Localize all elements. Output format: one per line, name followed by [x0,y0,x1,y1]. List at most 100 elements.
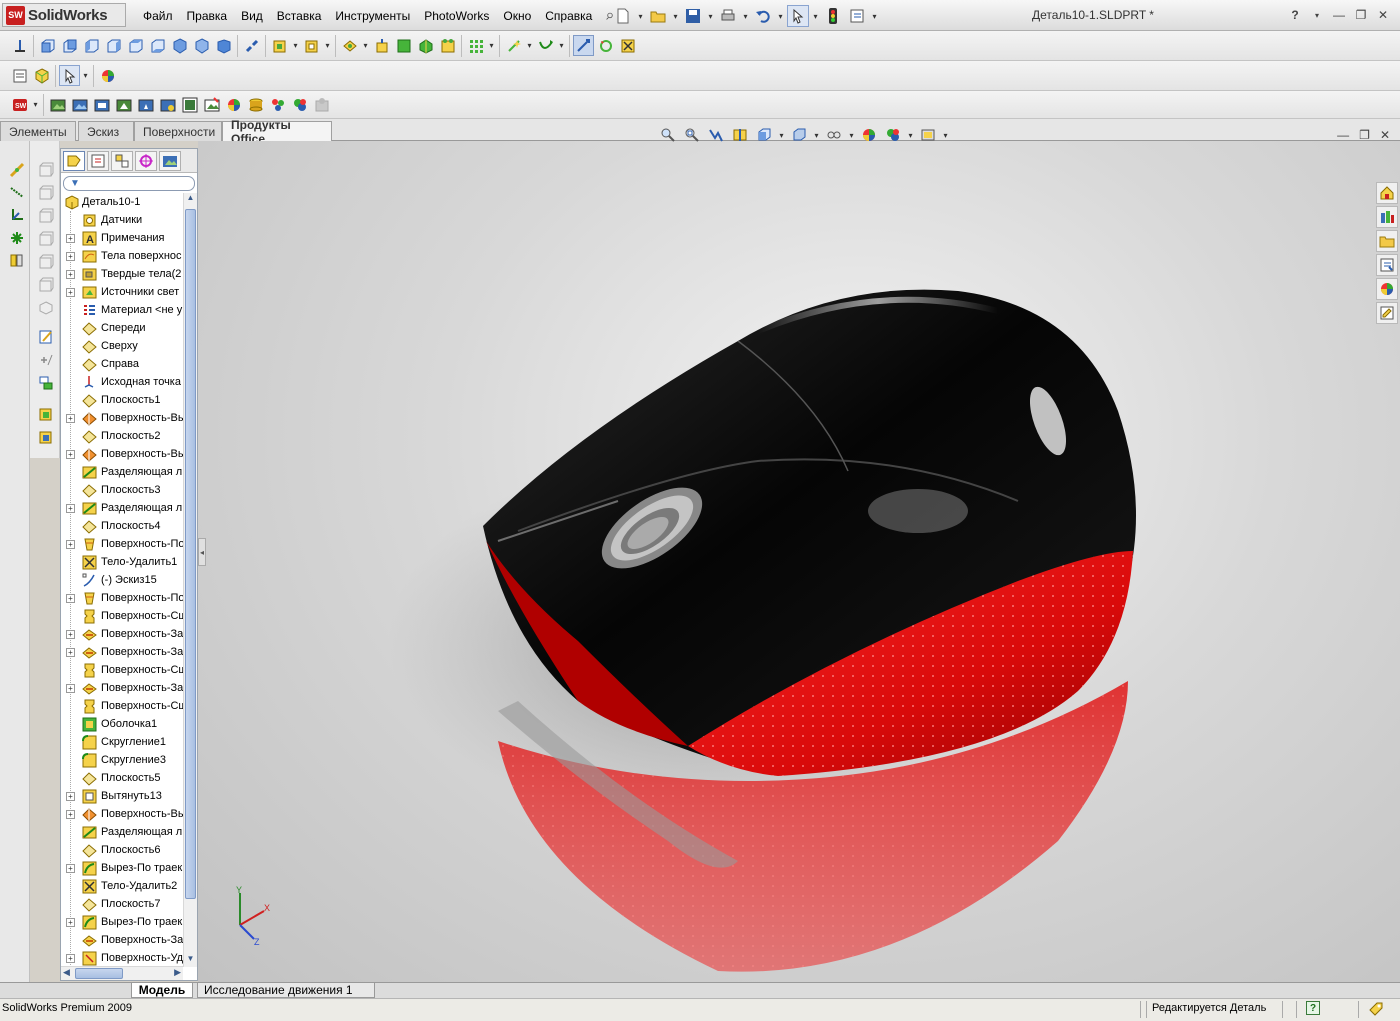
menu-window[interactable]: Окно [496,9,538,23]
curve-icon[interactable] [535,35,556,56]
minimize-icon[interactable]: — [1330,6,1348,24]
expand-toggle-icon[interactable]: + [66,683,75,693]
tree-horizontal-scrollbar[interactable]: ◀ ▶ [61,966,183,980]
select-filter-icon[interactable] [59,65,80,86]
insert-component-dropdown-icon[interactable]: ▾ [291,41,300,50]
tree-node[interactable]: Скругление3 [61,751,183,769]
tree-node[interactable]: Поверхность-За [61,931,183,949]
tree-hscroll-thumb[interactable] [75,968,123,979]
open-dropdown-icon[interactable]: ▾ [671,12,680,21]
help-dropdown-icon[interactable]: ▾ [1308,6,1326,24]
design-library-icon[interactable] [1376,206,1398,228]
expand-toggle-icon[interactable]: + [66,629,75,639]
apply-scene-dropdown-icon[interactable]: ▾ [906,131,915,140]
view-settings-icon[interactable] [917,125,939,145]
quick-tips-icon[interactable]: ? [1306,1001,1320,1015]
tree-node[interactable]: Оболочка1 [61,715,183,733]
tree-scroll-thumb[interactable] [185,209,196,899]
close-icon[interactable]: ✕ [1374,6,1392,24]
zoom-to-fit-icon[interactable] [657,125,679,145]
panel-splitter-handle[interactable]: ◂ [198,538,206,566]
render-area-icon[interactable] [69,94,90,115]
view-box-6-icon[interactable] [35,274,56,295]
restore-icon[interactable]: ❐ [1352,6,1370,24]
mate-icon[interactable] [301,35,322,56]
expand-toggle-icon[interactable]: + [66,287,75,297]
property-manager-tab-icon[interactable] [87,150,109,171]
point-tool-icon[interactable] [6,204,27,225]
view-box-2-icon[interactable] [35,182,56,203]
move-component-icon[interactable] [371,35,392,56]
select-arrow-icon[interactable] [787,5,809,27]
save-dropdown-icon[interactable]: ▾ [706,12,715,21]
tree-node[interactable]: + Поверхность-По [61,535,183,553]
bom-icon[interactable] [437,35,458,56]
expand-toggle-icon[interactable]: + [66,269,75,279]
scene-icon[interactable] [179,94,200,115]
sketch-blocks-icon[interactable] [35,372,56,393]
viewport-restore-icon[interactable]: ❐ [1359,128,1370,142]
sw-resources-icon[interactable] [1376,182,1398,204]
custom-properties-icon[interactable] [1376,302,1398,324]
curve-dropdown-icon[interactable]: ▾ [557,41,566,50]
menu-file[interactable]: Файл [136,9,180,23]
scroll-right-icon[interactable]: ▶ [174,967,181,978]
options-icon[interactable] [846,5,868,27]
tree-node[interactable]: + Поверхность-Вы [61,805,183,823]
view-box-7-icon[interactable] [35,297,56,318]
feature-yellow-icon[interactable] [339,35,360,56]
menu-help[interactable]: Справка [538,9,599,23]
expand-toggle-icon[interactable]: + [66,503,75,513]
isometric-view-icon[interactable] [169,35,190,56]
normal-to-icon[interactable] [9,35,30,56]
tree-node[interactable]: + A Примечания [61,229,183,247]
viewport-minimize-icon[interactable]: — [1337,128,1349,142]
solidworks-logo[interactable]: SW SolidWorks [2,3,126,27]
view-settings-dropdown-icon[interactable]: ▾ [941,131,950,140]
appearance-ball-icon[interactable] [223,94,244,115]
trimetric-view-icon[interactable] [191,35,212,56]
save-icon[interactable] [682,5,704,27]
select-dropdown-icon[interactable]: ▾ [811,12,820,21]
tree-node[interactable]: Разделяющая л [61,823,183,841]
right-view-icon[interactable] [103,35,124,56]
tree-node[interactable]: Плоскость4 [61,517,183,535]
section-view-icon[interactable] [729,125,751,145]
render-preview-icon[interactable] [135,94,156,115]
add-relation-icon[interactable] [35,349,56,370]
tree-node[interactable]: + Вырез-По траек [61,913,183,931]
hide-show-dropdown-icon[interactable]: ▾ [847,131,856,140]
photoworks-tab-icon[interactable] [159,150,181,171]
apply-scene-icon[interactable] [882,125,904,145]
tree-node[interactable]: + Поверхность-За [61,643,183,661]
zoom-to-area-icon[interactable] [681,125,703,145]
expand-toggle-icon[interactable]: + [66,917,75,927]
assembly-blue-icon[interactable] [35,426,56,447]
expand-toggle-icon[interactable]: + [66,233,75,243]
print-dropdown-icon[interactable]: ▾ [741,12,750,21]
options-dropdown-icon[interactable]: ▾ [870,12,879,21]
undo-dropdown-icon[interactable]: ▾ [776,12,785,21]
menu-tools[interactable]: Инструменты [328,9,417,23]
tree-filter-input[interactable]: ▼ [63,176,195,191]
view-box-1-icon[interactable] [35,159,56,180]
tree-node[interactable]: + Тела поверхнос [61,247,183,265]
appearance-cube-icon[interactable] [31,65,52,86]
tree-node[interactable]: + Поверхность-Вы [61,409,183,427]
render-last-icon[interactable] [91,94,112,115]
tab-office-products[interactable]: Продукты Office [222,118,332,146]
tree-node[interactable]: Плоскость3 [61,481,183,499]
previous-view-icon[interactable] [705,125,727,145]
tree-node[interactable]: Справа [61,355,183,373]
edit-sketch-icon[interactable] [35,326,56,347]
configuration-manager-tab-icon[interactable] [111,150,133,171]
expand-toggle-icon[interactable]: + [66,863,75,873]
tree-node[interactable]: Тело-Удалить2 [61,877,183,895]
tree-node[interactable]: + Поверхность-Уд [61,949,183,967]
view-palette-icon[interactable] [1376,254,1398,276]
tree-node[interactable]: Плоскость1 [61,391,183,409]
display-style-dropdown-icon[interactable]: ▾ [812,131,821,140]
feature-dropdown-icon[interactable]: ▾ [361,41,370,50]
tree-node[interactable]: Исходная точка [61,373,183,391]
lights-icon[interactable] [267,94,288,115]
